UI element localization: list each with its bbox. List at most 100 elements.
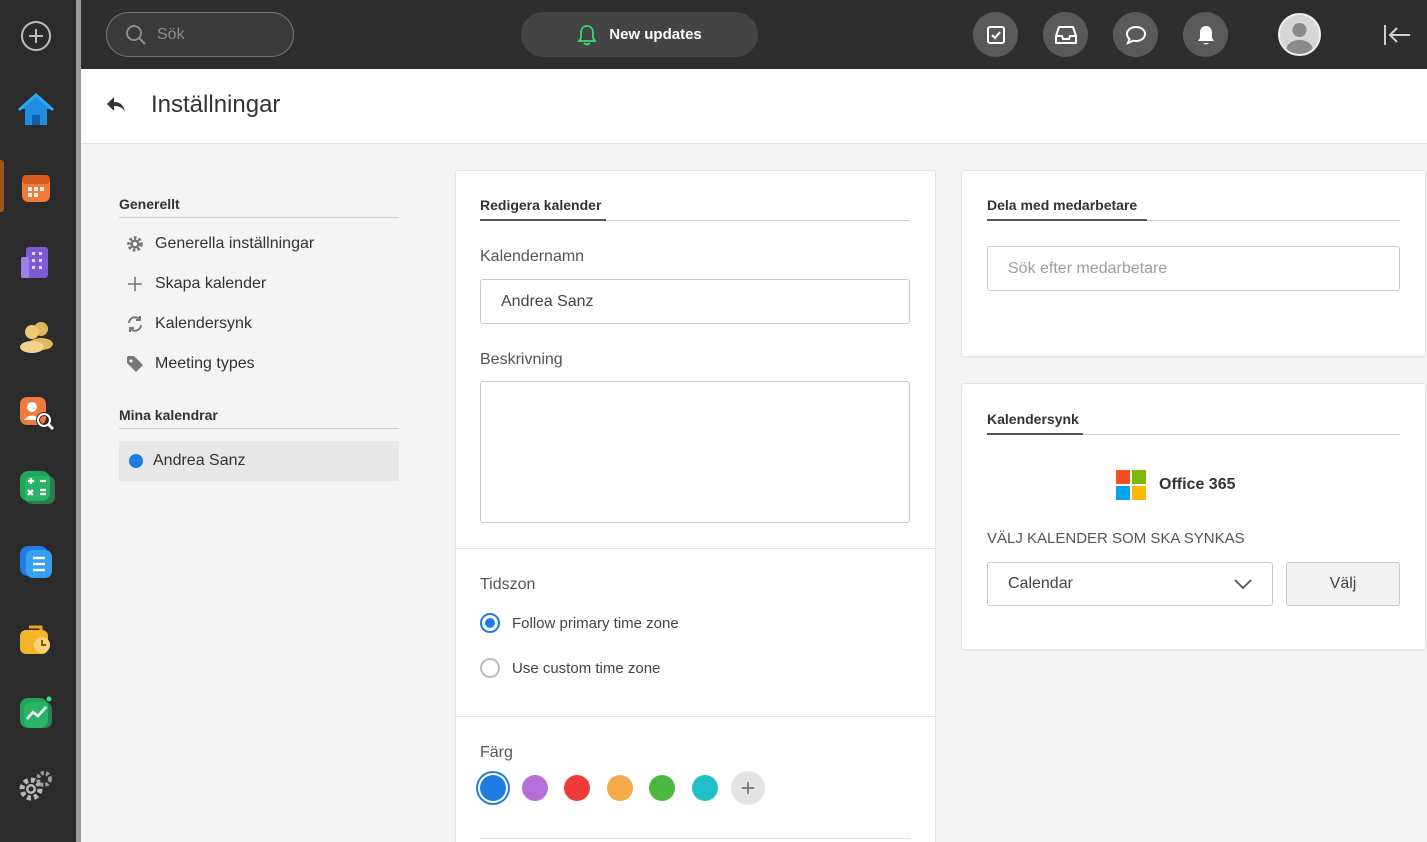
choose-calendar-label: VÄLJ KALENDER SOM SKA SYNKAS bbox=[987, 530, 1245, 547]
inbox-button[interactable] bbox=[1043, 12, 1088, 57]
radio-button[interactable] bbox=[480, 613, 500, 633]
collapse-left-icon bbox=[1384, 25, 1410, 45]
back-button[interactable] bbox=[105, 95, 127, 120]
name-label: Kalendernamn bbox=[480, 248, 585, 265]
rail-recruitment[interactable] bbox=[17, 393, 55, 431]
choose-button[interactable]: Välj bbox=[1286, 562, 1400, 606]
user-icon bbox=[1286, 23, 1313, 54]
nav-item-calendar-sync[interactable]: Kalendersynk bbox=[119, 304, 399, 344]
title-underline bbox=[987, 433, 1083, 435]
provider-name: Office 365 bbox=[1159, 476, 1236, 493]
nav-item-meeting-types[interactable]: Meeting types bbox=[119, 344, 399, 384]
tasks-button[interactable] bbox=[973, 12, 1018, 57]
nav-item-label: Andrea Sanz bbox=[153, 452, 246, 469]
description-label: Beskrivning bbox=[480, 351, 563, 368]
bell-icon bbox=[1197, 25, 1214, 44]
calendar-name-input[interactable]: Andrea Sanz bbox=[480, 279, 910, 324]
radio-follow-primary-timezone[interactable]: Follow primary time zone bbox=[480, 613, 679, 633]
rail-calendar[interactable] bbox=[17, 168, 55, 206]
new-updates-label: New updates bbox=[609, 26, 702, 43]
rail-time[interactable] bbox=[17, 619, 55, 657]
global-search[interactable]: Sök bbox=[106, 12, 294, 57]
nav-heading-general: Generellt bbox=[119, 196, 399, 218]
rail-company[interactable] bbox=[17, 243, 55, 281]
plus-icon bbox=[128, 277, 142, 291]
calculator-icon bbox=[20, 471, 55, 504]
radio-label: Follow primary time zone bbox=[512, 614, 679, 632]
rail-settings[interactable] bbox=[17, 767, 55, 805]
rail-active-indicator bbox=[0, 160, 4, 212]
collapse-panel-button[interactable] bbox=[1381, 20, 1413, 50]
section-divider bbox=[480, 838, 910, 839]
rail-sales[interactable] bbox=[17, 693, 55, 731]
microsoft-logo-icon bbox=[1116, 470, 1146, 500]
selected-calendar: Calendar bbox=[1008, 575, 1073, 592]
rail-home[interactable] bbox=[17, 91, 55, 129]
timezone-label: Tidszon bbox=[480, 576, 536, 593]
person-search-icon bbox=[20, 397, 55, 431]
title-underline bbox=[480, 219, 606, 221]
calendar-color-dot bbox=[129, 454, 143, 468]
edit-calendar-title: Redigera kalender bbox=[480, 197, 602, 213]
tag-icon bbox=[127, 356, 143, 372]
section-divider bbox=[456, 548, 935, 549]
choose-button-label: Välj bbox=[1329, 575, 1357, 592]
color-swatch-purple[interactable] bbox=[522, 775, 548, 801]
sync-title: Kalendersynk bbox=[987, 411, 1079, 427]
search-placeholder: Sök bbox=[157, 25, 185, 43]
chat-bubble-icon bbox=[1125, 25, 1146, 45]
page-header: Inställningar bbox=[81, 69, 1427, 144]
office365-provider: Office 365 bbox=[1116, 470, 1235, 500]
nav-item-label: Generella inställningar bbox=[155, 235, 315, 252]
nav-heading-my-calendars: Mina kalendrar bbox=[119, 407, 399, 429]
radio-label: Use custom time zone bbox=[512, 659, 661, 677]
checkbox-icon bbox=[986, 25, 1005, 44]
nav-item-label: Skapa kalender bbox=[155, 275, 267, 292]
sync-icon bbox=[128, 316, 142, 332]
chat-button[interactable] bbox=[1113, 12, 1158, 57]
home-icon bbox=[18, 92, 54, 125]
colleague-search-input[interactable]: Sök efter medarbetare bbox=[987, 246, 1400, 291]
chart-growth-icon bbox=[20, 696, 52, 728]
radio-button[interactable] bbox=[480, 658, 500, 678]
add-app-button[interactable] bbox=[17, 17, 55, 55]
description-textarea[interactable] bbox=[480, 381, 910, 523]
search-icon bbox=[126, 24, 146, 45]
bell-icon bbox=[577, 24, 597, 45]
gear-icon bbox=[127, 236, 143, 252]
nav-item-calendar-andrea[interactable]: Andrea Sanz bbox=[119, 441, 399, 481]
rail-finance[interactable] bbox=[17, 468, 55, 506]
color-swatch-teal[interactable] bbox=[692, 775, 718, 801]
list-icon bbox=[20, 546, 52, 578]
nav-item-create-calendar[interactable]: Skapa kalender bbox=[119, 264, 399, 304]
color-swatch-red[interactable] bbox=[564, 775, 590, 801]
title-underline bbox=[987, 219, 1147, 221]
new-updates-button[interactable]: New updates bbox=[521, 12, 758, 57]
calendar-icon bbox=[22, 175, 50, 202]
section-divider bbox=[456, 716, 935, 717]
back-arrow-icon bbox=[107, 97, 125, 112]
add-color-button[interactable] bbox=[731, 771, 765, 805]
color-swatch-blue[interactable] bbox=[480, 775, 506, 801]
calendar-name-value: Andrea Sanz bbox=[501, 292, 594, 310]
rail-tasks[interactable] bbox=[17, 543, 55, 581]
notifications-button[interactable] bbox=[1183, 12, 1228, 57]
color-swatch-green[interactable] bbox=[649, 775, 675, 801]
nav-item-general-settings[interactable]: Generella inställningar bbox=[119, 224, 399, 264]
briefcase-clock-icon bbox=[20, 625, 50, 654]
plus-circle-icon bbox=[21, 21, 51, 51]
gears-icon bbox=[19, 771, 52, 801]
color-swatch-orange[interactable] bbox=[607, 775, 633, 801]
share-title: Dela med medarbetare bbox=[987, 197, 1138, 213]
inbox-icon bbox=[1054, 25, 1077, 44]
color-label: Färg bbox=[480, 744, 513, 761]
nav-item-label: Meeting types bbox=[155, 355, 255, 372]
sync-calendar-select[interactable]: Calendar bbox=[987, 562, 1273, 606]
radio-custom-timezone[interactable]: Use custom time zone bbox=[480, 658, 660, 678]
building-icon bbox=[21, 247, 48, 278]
rail-contacts[interactable] bbox=[17, 317, 55, 355]
colleague-search-placeholder: Sök efter medarbetare bbox=[1008, 259, 1168, 277]
user-avatar[interactable] bbox=[1278, 13, 1321, 56]
people-icon bbox=[20, 322, 53, 353]
chevron-down-icon bbox=[1234, 579, 1252, 589]
